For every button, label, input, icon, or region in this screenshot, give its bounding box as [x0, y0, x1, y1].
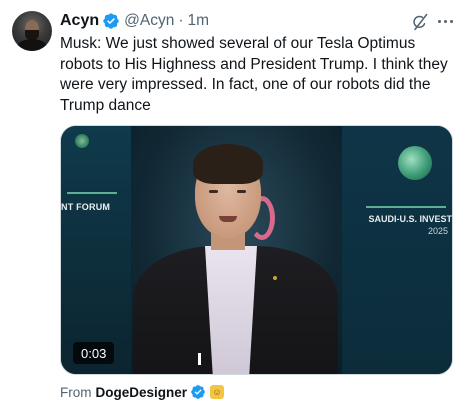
affiliate-badge-icon[interactable]: ☺: [210, 385, 225, 399]
attribution-prefix: From: [60, 384, 92, 400]
video-duration-badge: 0:03: [73, 342, 115, 364]
tweet-header: Acyn @Acyn · 1m: [60, 11, 425, 31]
backdrop-right: SAUDI-U.S. INVEST 2025: [342, 126, 452, 374]
forum-year: 2025: [427, 226, 448, 236]
text-cursor: [198, 353, 201, 365]
video-player[interactable]: NT FORUM SAUDI-U.S. INVEST 2025 UM 0:03: [60, 125, 453, 375]
arabic-lettering-right: [366, 200, 446, 208]
avatar[interactable]: [12, 11, 52, 51]
forum-banner-left: NT FORUM: [61, 202, 111, 212]
verified-badge-icon: [191, 385, 205, 399]
forum-banner-right: SAUDI-U.S. INVEST: [368, 214, 452, 224]
more-options-icon[interactable]: [434, 10, 456, 32]
arabic-lettering-left: [67, 186, 117, 194]
tweet: Acyn @Acyn · 1m Musk: We just showed sev…: [0, 0, 465, 404]
timestamp[interactable]: 1m: [188, 12, 210, 30]
attribution-line: From DogeDesigner ☺: [60, 383, 225, 401]
backdrop-left: NT FORUM: [61, 126, 131, 374]
tweet-text: Musk: We just showed several of our Tesl…: [60, 35, 448, 114]
verified-badge-icon: [103, 13, 119, 29]
author-handle[interactable]: @Acyn: [124, 12, 174, 30]
forum-logo-right: [398, 146, 432, 180]
forum-logo-left: [75, 134, 89, 148]
separator-dot: ·: [178, 12, 184, 29]
author-name[interactable]: Acyn: [60, 12, 99, 30]
grok-icon[interactable]: [410, 12, 430, 32]
attribution-source-link[interactable]: DogeDesigner: [96, 385, 188, 400]
speaker-figure: [133, 138, 338, 374]
